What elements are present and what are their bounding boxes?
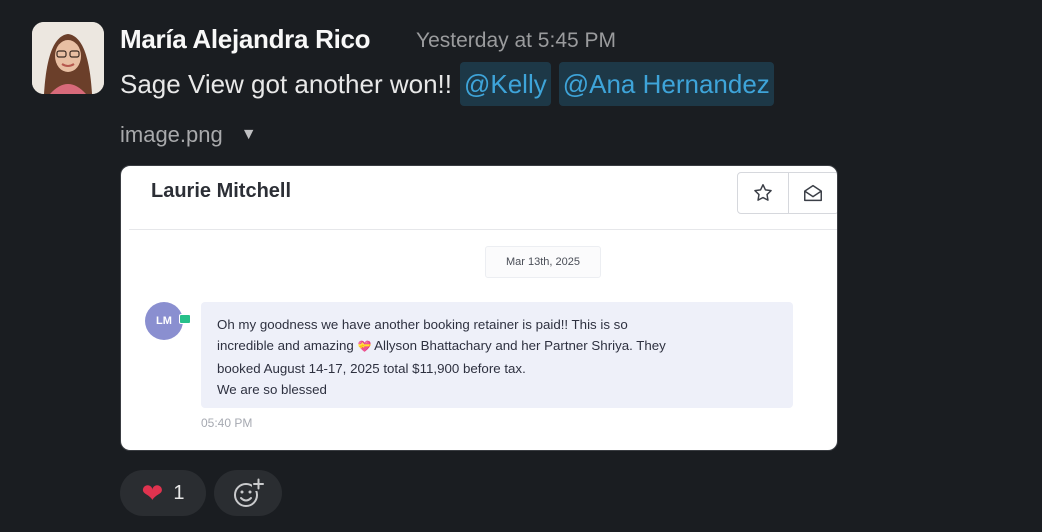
bubble-line: Allyson Bhattachary and her Partner Shri… bbox=[374, 338, 666, 353]
toolbar-icons bbox=[737, 172, 838, 214]
bubble-line-2: incredible and amazing 💝 Allyson Bhattac… bbox=[217, 335, 777, 358]
chat-bubble: Oh my goodness we have another booking r… bbox=[201, 302, 793, 408]
bubble-line: Oh my goodness we have another booking r… bbox=[217, 317, 628, 332]
heart-icon: ❤ bbox=[141, 478, 164, 508]
channel-badge-icon bbox=[179, 314, 191, 324]
message-text-row: Sage View got another won!! @Kelly @Ana … bbox=[120, 62, 774, 106]
add-reaction-button[interactable] bbox=[214, 470, 282, 516]
reaction-heart[interactable]: ❤ 1 bbox=[120, 470, 206, 516]
star-icon bbox=[738, 173, 788, 213]
attachment-header[interactable]: image.png ▼ bbox=[120, 122, 257, 148]
card-divider bbox=[129, 229, 837, 230]
attachment-filename: image.png bbox=[120, 122, 223, 147]
bubble-line: booked August 14-17, 2025 total $11,900 … bbox=[217, 361, 526, 376]
sender-name[interactable]: María Alejandra Rico bbox=[120, 24, 371, 55]
heart-gift-emoji-icon: 💝 bbox=[357, 341, 372, 353]
add-reaction-icon bbox=[234, 478, 265, 507]
contact-avatar: LM bbox=[145, 302, 183, 340]
sent-time: 05:40 PM bbox=[201, 416, 253, 430]
mention-kelly[interactable]: @Kelly bbox=[459, 62, 551, 106]
message-timestamp[interactable]: Yesterday at 5:45 PM bbox=[416, 29, 616, 53]
date-chip: Mar 13th, 2025 bbox=[485, 246, 601, 278]
contact-name: Laurie Mitchell bbox=[151, 180, 292, 202]
mention-ana-hernandez[interactable]: @Ana Hernandez bbox=[558, 62, 774, 106]
reaction-count: 1 bbox=[173, 481, 185, 504]
envelope-open-icon bbox=[787, 173, 838, 213]
message-text: Sage View got another won!! bbox=[120, 68, 452, 99]
bubble-line: We are so blessed bbox=[217, 382, 327, 397]
attachment-image[interactable]: Laurie Mitchell Mar 13th, 2025 LM Oh my … bbox=[120, 165, 838, 451]
sender-avatar[interactable] bbox=[32, 22, 104, 94]
chevron-down-icon[interactable]: ▼ bbox=[241, 126, 257, 144]
bubble-line: incredible and amazing bbox=[217, 338, 354, 353]
